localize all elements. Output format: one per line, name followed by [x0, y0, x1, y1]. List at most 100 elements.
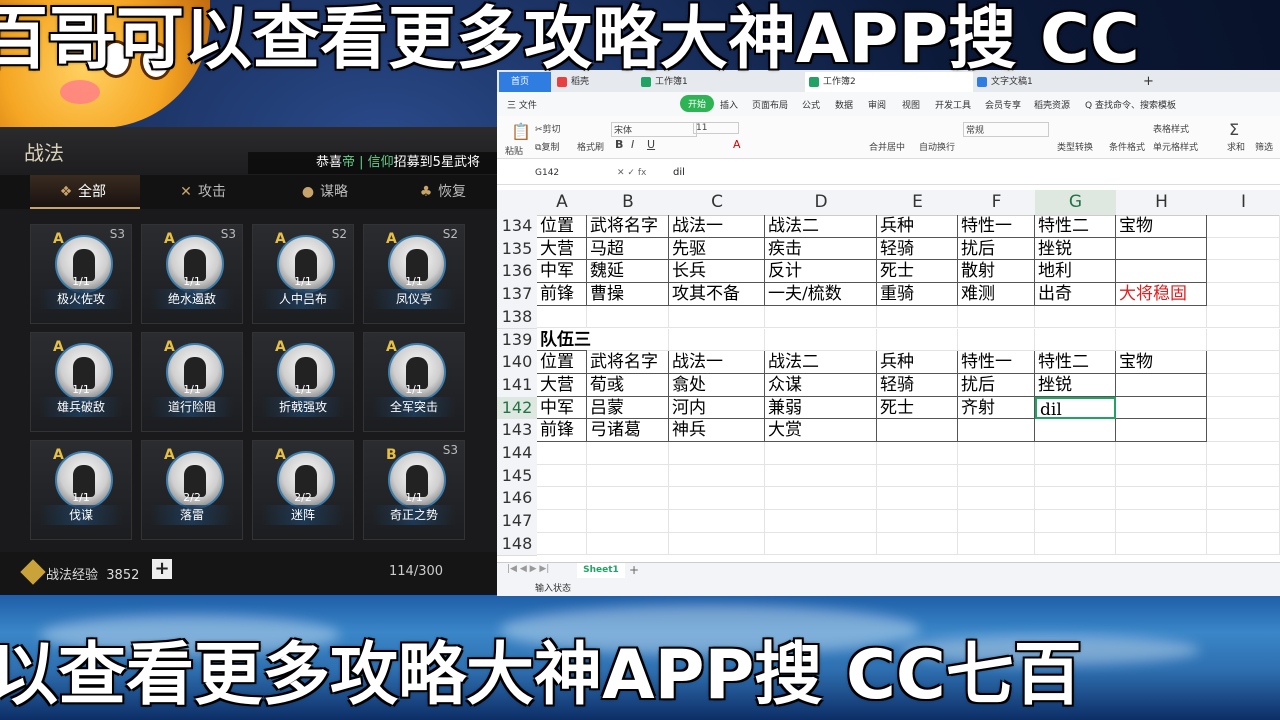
table-cell[interactable]	[877, 510, 958, 533]
table-cell[interactable]: 重骑	[877, 283, 958, 306]
tab-strategy[interactable]: ● 谋略	[300, 175, 380, 209]
table-cell[interactable]	[1207, 305, 1280, 329]
table-cell[interactable]	[1116, 419, 1207, 442]
strategy-card[interactable]: A S3 1/1 绝水遏敌	[141, 224, 243, 324]
formula-icon[interactable]: ✕ ✓ fx	[617, 168, 646, 178]
table-cell[interactable]: 兼弱	[765, 396, 877, 420]
row-header[interactable]: 141	[497, 373, 537, 398]
table-cell[interactable]: 战法一	[669, 215, 765, 238]
table-cell[interactable]: 宝物	[1116, 351, 1207, 374]
strategy-card[interactable]: A S2 1/1 人中吕布	[252, 224, 354, 324]
bold-button[interactable]: B	[615, 138, 623, 151]
table-cell[interactable]: 特性一	[958, 351, 1035, 374]
strategy-card[interactable]: A 1/1 全军突击	[363, 332, 465, 432]
row-header[interactable]: 144	[497, 442, 537, 466]
table-cell[interactable]: 特性二	[1035, 215, 1116, 238]
row-header[interactable]: 139	[497, 328, 537, 353]
row-header[interactable]: 135	[497, 237, 537, 262]
table-cell[interactable]: 众谋	[765, 373, 877, 397]
table-cell[interactable]: 神兵	[669, 419, 765, 442]
table-cell[interactable]	[669, 532, 765, 556]
table-cell[interactable]: 战法一	[669, 351, 765, 374]
table-cell[interactable]	[765, 305, 877, 329]
table-cell[interactable]	[1116, 328, 1207, 352]
strategy-card[interactable]: A 1/1 伐谋	[30, 440, 132, 540]
menu-file[interactable]: 三 文件	[507, 98, 537, 111]
italic-button[interactable]: I	[631, 138, 634, 151]
table-cell[interactable]	[958, 305, 1035, 329]
table-cell[interactable]: 轻骑	[877, 373, 958, 397]
table-cell[interactable]: 战法二	[765, 215, 877, 238]
menu-page-layout[interactable]: 页面布局	[752, 98, 788, 111]
table-cell[interactable]: 翕处	[669, 373, 765, 397]
table-cell[interactable]	[587, 328, 669, 352]
sum-icon[interactable]: Σ	[1229, 120, 1239, 139]
add-exp-button[interactable]: +	[152, 559, 172, 579]
table-cell[interactable]	[765, 464, 877, 488]
table-cell[interactable]: 宝物	[1116, 215, 1207, 238]
table-cell[interactable]: 散射	[958, 260, 1035, 284]
row-header[interactable]: 134	[497, 215, 537, 239]
table-cell[interactable]: 挫锐	[1035, 237, 1116, 261]
table-cell[interactable]	[877, 532, 958, 556]
cut-button[interactable]: ✂剪切	[535, 122, 561, 135]
table-cell[interactable]	[669, 510, 765, 533]
row-header[interactable]: 146	[497, 487, 537, 512]
table-cell[interactable]: 挫锐	[1035, 373, 1116, 397]
column-header-f[interactable]: F	[958, 190, 1036, 216]
table-cell[interactable]	[537, 305, 587, 329]
table-cell[interactable]: 齐射	[958, 396, 1035, 420]
table-cell[interactable]	[1207, 328, 1280, 352]
select-all-corner[interactable]	[497, 190, 538, 216]
strategy-card[interactable]: A 2/2 落雷	[141, 440, 243, 540]
row-header[interactable]: 148	[497, 532, 537, 557]
font-color-button[interactable]: A	[733, 138, 741, 151]
underline-button[interactable]: U	[647, 138, 655, 151]
table-cell[interactable]	[587, 442, 669, 465]
table-cell[interactable]	[537, 532, 587, 556]
table-cell[interactable]	[877, 487, 958, 511]
strategy-card[interactable]: B S3 1/1 奇正之势	[363, 440, 465, 540]
table-cell[interactable]: 大将稳固	[1116, 283, 1207, 306]
table-cell[interactable]	[1207, 373, 1280, 397]
table-cell[interactable]: 一夫/梳数	[765, 283, 877, 306]
table-cell[interactable]: 地利	[1035, 260, 1116, 284]
table-cell[interactable]	[958, 487, 1035, 511]
table-cell[interactable]: 兵种	[877, 215, 958, 238]
row-header[interactable]: 147	[497, 510, 537, 534]
paste-icon[interactable]: 📋	[511, 122, 531, 141]
strategy-card[interactable]: A 1/1 折戟强攻	[252, 332, 354, 432]
table-cell[interactable]: 马超	[587, 237, 669, 261]
menu-review[interactable]: 审阅	[868, 98, 886, 111]
table-cell[interactable]	[537, 487, 587, 511]
table-cell[interactable]	[765, 487, 877, 511]
table-cell[interactable]: 武将名字	[587, 351, 669, 374]
cell-style-button[interactable]: 单元格样式	[1153, 140, 1198, 153]
row-header[interactable]: 145	[497, 464, 537, 489]
table-cell[interactable]	[1035, 464, 1116, 488]
table-cell[interactable]	[1116, 464, 1207, 488]
table-cell[interactable]: 曹操	[587, 283, 669, 306]
table-cell[interactable]: 疾击	[765, 237, 877, 261]
table-cell[interactable]	[587, 464, 669, 488]
table-cell[interactable]: 弓诸葛	[587, 419, 669, 442]
table-cell[interactable]	[1035, 532, 1116, 556]
search-command-input[interactable]: Q 查找命令、搜索模板	[1085, 98, 1176, 111]
font-size-select[interactable]: 11	[693, 122, 739, 134]
table-cell[interactable]	[1207, 532, 1280, 556]
sum-button[interactable]: 求和	[1227, 140, 1245, 153]
table-cell[interactable]	[1116, 305, 1207, 329]
table-cell[interactable]	[1207, 510, 1280, 533]
menu-member[interactable]: 会员专享	[985, 98, 1021, 111]
table-cell[interactable]	[958, 464, 1035, 488]
table-cell[interactable]	[1116, 510, 1207, 533]
menu-insert[interactable]: 插入	[720, 98, 738, 111]
table-cell[interactable]	[958, 510, 1035, 533]
table-cell[interactable]	[1207, 396, 1280, 420]
tab-all[interactable]: ❖ 全部	[30, 175, 140, 209]
table-cell[interactable]	[877, 305, 958, 329]
table-cell[interactable]	[877, 442, 958, 465]
column-header-d[interactable]: D	[765, 190, 878, 216]
table-cell[interactable]	[958, 532, 1035, 556]
table-cell[interactable]	[669, 328, 765, 352]
